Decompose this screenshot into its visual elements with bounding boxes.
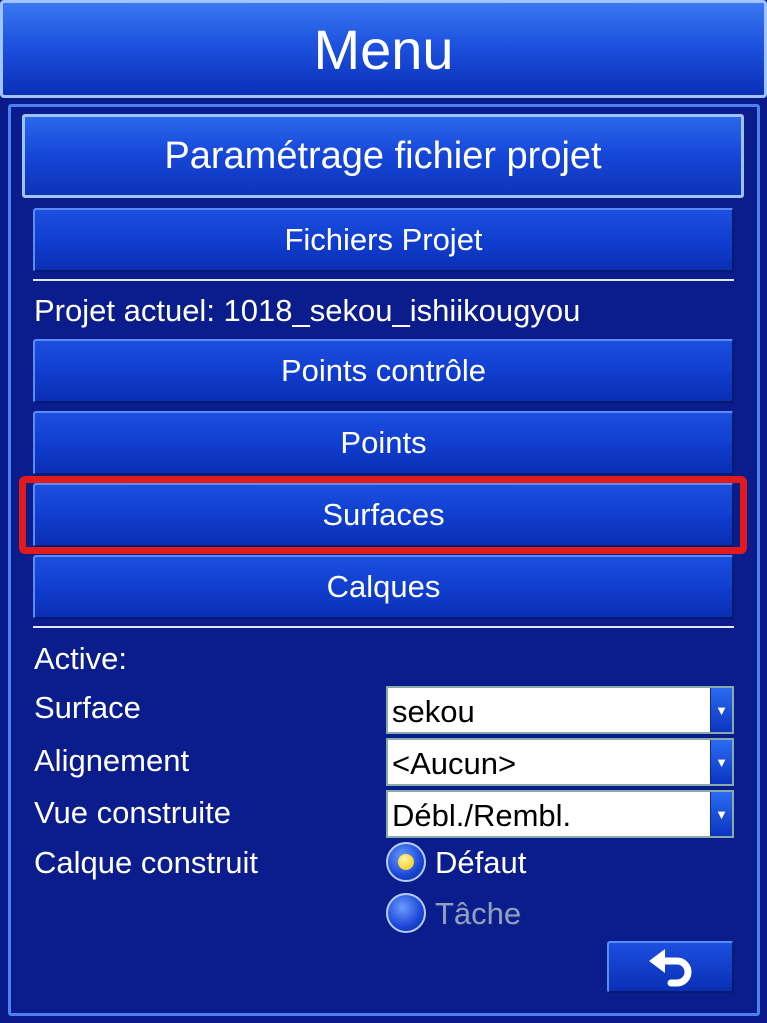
view-label: Vue construite [34, 795, 232, 830]
dropdown-arrow-icon[interactable]: ▼ [710, 688, 732, 732]
window-title-text: Menu [313, 17, 454, 81]
surface-value: sekou [392, 694, 475, 729]
view-value: Débl./Rembl. [392, 798, 572, 833]
layer-task-radio[interactable] [386, 893, 426, 933]
back-button[interactable] [607, 941, 734, 993]
section-title: Paramétrage fichier projet [164, 134, 602, 177]
divider [33, 279, 734, 281]
layer-task-label: Tâche [435, 896, 522, 931]
surface-select[interactable]: sekou ▼ [386, 686, 734, 734]
layers-button[interactable]: Calques [33, 555, 734, 619]
points-label: Points [340, 425, 427, 460]
radio-selected-dot [398, 854, 414, 870]
points-button[interactable]: Points [33, 411, 734, 475]
layer-label: Calque construit [34, 845, 259, 880]
alignment-label: Alignement [34, 743, 190, 778]
section-header: Paramétrage fichier projet [22, 114, 744, 198]
layers-label: Calques [326, 569, 441, 604]
project-files-button[interactable]: Fichiers Projet [33, 208, 734, 272]
project-files-label: Fichiers Projet [284, 222, 483, 257]
surface-label: Surface [34, 690, 141, 725]
alignment-value: <Aucun> [392, 746, 517, 781]
dropdown-arrow-icon[interactable]: ▼ [710, 740, 732, 784]
control-points-button[interactable]: Points contrôle [33, 339, 734, 403]
highlight-box [19, 476, 747, 554]
active-heading: Active: [34, 641, 128, 676]
control-points-label: Points contrôle [280, 353, 487, 388]
divider [33, 626, 734, 628]
current-project-label: Projet actuel: 1018_sekou_ishiikougyou [34, 293, 581, 328]
dropdown-arrow-icon[interactable]: ▼ [710, 792, 732, 836]
window-title: Menu [0, 0, 767, 98]
view-select[interactable]: Débl./Rembl. ▼ [386, 790, 734, 838]
layer-default-label: Défaut [435, 845, 527, 880]
undo-arrow-icon [648, 949, 691, 987]
alignment-select[interactable]: <Aucun> ▼ [386, 738, 734, 786]
layer-default-radio[interactable] [386, 842, 426, 882]
